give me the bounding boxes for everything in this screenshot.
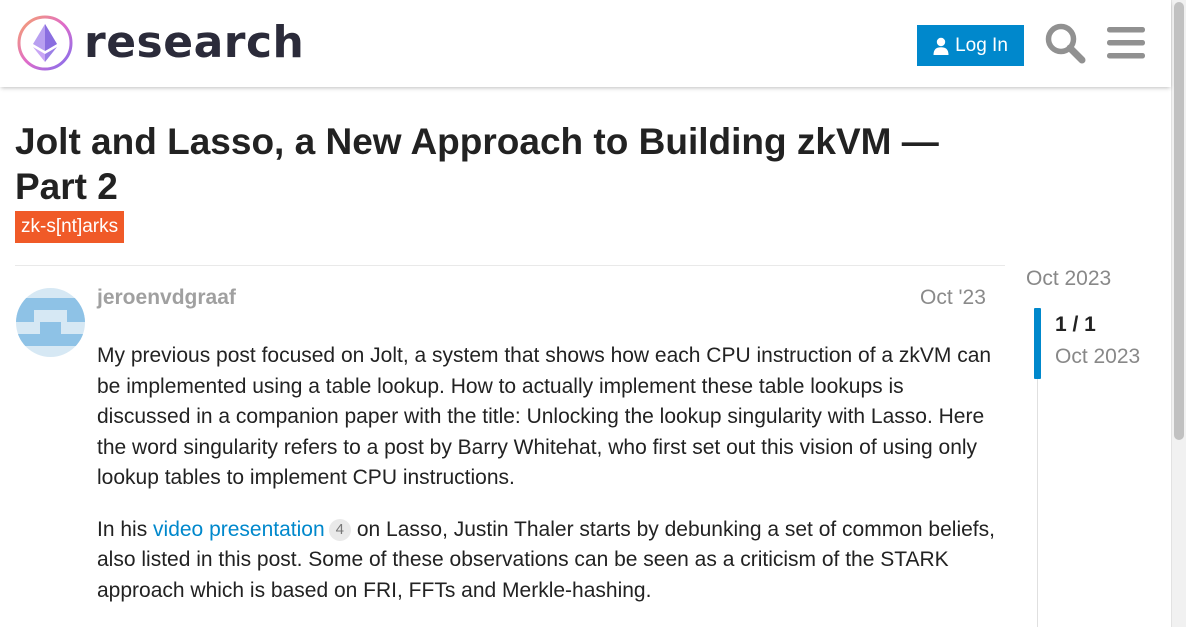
divider bbox=[15, 265, 1005, 266]
ethereum-logo-icon bbox=[17, 15, 73, 71]
avatar[interactable] bbox=[16, 288, 85, 357]
post-body: My previous post focused on Jolt, a syst… bbox=[97, 341, 997, 627]
topic-title[interactable]: Jolt and Lasso, a New Approach to Buildi… bbox=[15, 119, 995, 209]
user-icon bbox=[933, 37, 949, 55]
paragraph-text: In his bbox=[97, 517, 154, 541]
scrollbar-thumb[interactable] bbox=[1174, 2, 1184, 440]
link-click-count-badge: 4 bbox=[328, 518, 351, 541]
timeline-position: 1 / 1 bbox=[1055, 313, 1096, 336]
site-logo[interactable]: research bbox=[16, 14, 304, 72]
timeline-handle[interactable] bbox=[1034, 308, 1041, 379]
page-scrollbar[interactable] bbox=[1171, 0, 1186, 627]
login-button[interactable]: Log In bbox=[917, 25, 1024, 66]
login-label: Log In bbox=[955, 34, 1008, 56]
search-icon[interactable] bbox=[1044, 22, 1086, 64]
timeline-start-date[interactable]: Oct 2023 bbox=[1026, 267, 1111, 291]
post-username[interactable]: jeroenvdgraaf bbox=[97, 286, 236, 310]
post-date[interactable]: Oct '23 bbox=[920, 286, 986, 310]
post-paragraph: My previous post focused on Jolt, a syst… bbox=[97, 344, 992, 489]
hamburger-menu-icon[interactable] bbox=[1106, 24, 1146, 62]
post-paragraph: In his video presentation 4 on Lasso, Jus… bbox=[97, 515, 997, 607]
timeline-current-date: Oct 2023 bbox=[1055, 345, 1141, 368]
avatar-identicon bbox=[16, 288, 85, 357]
site-header: research Log In bbox=[0, 0, 1171, 87]
topic-tag[interactable]: zk-s[nt]arks bbox=[15, 211, 125, 243]
site-name: research bbox=[84, 17, 305, 68]
video-presentation-link[interactable]: video presentation bbox=[153, 518, 325, 541]
